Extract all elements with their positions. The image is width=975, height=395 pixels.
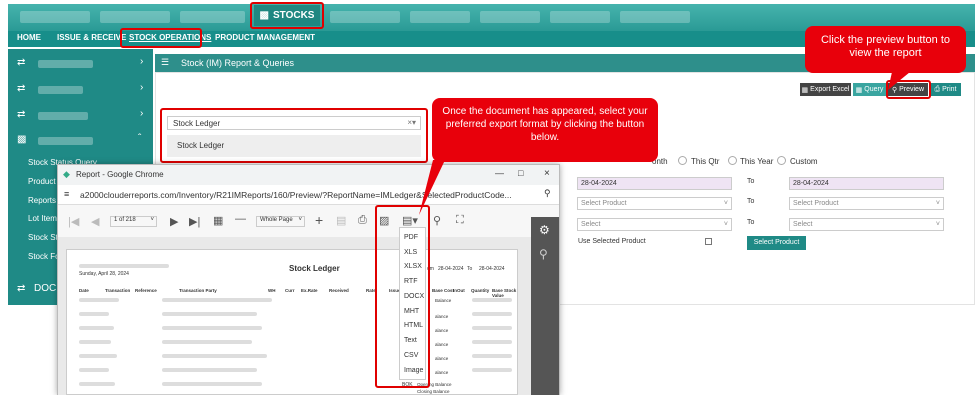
url-text: a2000clouderreports.com/Inventory/R21IMR…	[80, 190, 512, 200]
window-title: Report - Google Chrome	[76, 170, 164, 179]
zoom-selector[interactable]: Whole Page ˅	[256, 216, 305, 227]
highlight-report-select	[160, 108, 428, 163]
viewer-toolbar: |◀ ◀ 1 of 218 ˅ ▶ ▶| ▦ — Whole Page ˅ + ▤ …	[58, 205, 559, 237]
sidebar-group[interactable]: ⇄ ›	[8, 54, 153, 74]
to-label: To	[747, 198, 755, 205]
select-product-from[interactable]: Select Product ˅	[577, 197, 732, 210]
radio-custom[interactable]	[777, 156, 786, 165]
prev-page-icon[interactable]: ◀	[91, 215, 99, 228]
print-icon: ⎙	[934, 85, 941, 93]
sidebar-group[interactable]: ⇄ ›	[8, 80, 153, 100]
document-map-icon[interactable]: ▤	[336, 214, 346, 227]
date-from-input[interactable]: 28-04-2024	[577, 177, 732, 190]
period-this-year-label: This Year	[740, 157, 774, 166]
select-product-to[interactable]: Select Product ˅	[789, 197, 944, 210]
fullscreen-icon[interactable]: ⛶	[456, 214, 464, 227]
blurred-tab[interactable]	[100, 11, 170, 23]
chevron-up-icon: ˆ	[138, 133, 142, 144]
select-to[interactable]: Select ˅	[789, 218, 944, 231]
zoom-icon[interactable]: ⚲	[544, 188, 551, 199]
chevron-down-icon: ˅	[935, 200, 940, 207]
report-page: Sunday, April 28, 2024 Stock Ledger om 2…	[66, 249, 518, 395]
blurred-tab[interactable]	[330, 11, 400, 23]
to-label: To	[747, 178, 755, 185]
minimize-icon[interactable]: —	[495, 168, 504, 178]
sidebar-group[interactable]: ⇄ ›	[8, 106, 153, 126]
callout-export: Once the document has appeared, select y…	[432, 98, 658, 162]
chevron-right-icon: ›	[140, 82, 144, 93]
chevron-right-icon: ›	[140, 56, 144, 67]
use-selected-product-checkbox[interactable]	[705, 238, 712, 245]
site-info-icon[interactable]: ≡	[64, 189, 69, 199]
blurred-tab[interactable]	[550, 11, 610, 23]
arrows-icon: ⇄	[17, 57, 26, 68]
select-from[interactable]: Select ˅	[577, 218, 732, 231]
last-page-icon[interactable]: ▶|	[189, 215, 200, 228]
chevron-down-icon: ˅	[935, 221, 940, 228]
chrome-report-window: ◆ Report - Google Chrome — □ × ≡ a2000cl…	[57, 164, 560, 395]
sidebar-item-lot-item[interactable]: Lot Item	[28, 214, 57, 223]
chevron-down-icon: ˅	[150, 217, 154, 223]
maximize-icon[interactable]: □	[518, 168, 523, 178]
print-icon[interactable]: ⎙	[358, 214, 367, 227]
export-excel-button[interactable]: ▦ Export Excel	[800, 83, 851, 96]
sidebar-group-reports[interactable]: ▩ ˆ	[8, 131, 153, 151]
page-selector[interactable]: 1 of 218 ˅	[110, 216, 157, 227]
arrows-icon: ⇄	[17, 109, 26, 120]
zoom-in-icon[interactable]: +	[315, 212, 323, 228]
nav-home[interactable]: HOME	[17, 33, 41, 42]
zoom-out-icon[interactable]: —	[235, 213, 246, 225]
gear-icon[interactable]: ⚙	[539, 223, 550, 237]
blurred-tab[interactable]	[180, 11, 245, 23]
blurred-tab[interactable]	[620, 11, 690, 23]
multipage-icon[interactable]: ▦	[213, 214, 223, 227]
chevron-right-icon: ›	[140, 108, 144, 119]
grid-icon: ▦	[855, 86, 863, 94]
excel-icon: ▦	[801, 86, 809, 94]
arrows-icon: ⇄	[17, 283, 26, 294]
nav-product-management[interactable]: PRODUCT MANAGEMENT	[215, 33, 315, 42]
to-label: To	[747, 219, 755, 226]
viewer-side-panel: ⚙ ⚲	[531, 217, 559, 395]
blurred-tab[interactable]	[480, 11, 540, 23]
chevron-down-icon: ˅	[298, 217, 302, 223]
menu-icon[interactable]: ☰	[161, 57, 169, 68]
period-this-qtr-label: This Qtr	[691, 157, 720, 166]
doc-date: Sunday, April 28, 2024	[79, 271, 129, 277]
radio-this-qtr[interactable]	[678, 156, 687, 165]
search-icon[interactable]: ⚲	[539, 247, 548, 261]
callout-pointer	[888, 72, 910, 90]
next-page-icon[interactable]: ▶	[170, 215, 178, 228]
callout-preview: Click the preview button to view the rep…	[805, 26, 966, 73]
callout-pointer	[419, 160, 445, 215]
chevron-down-icon: ˅	[723, 221, 728, 228]
address-bar[interactable]: ≡ a2000clouderreports.com/Inventory/R21I…	[58, 185, 559, 205]
highlight-stock-operations	[120, 28, 202, 48]
blurred-tab[interactable]	[20, 11, 90, 23]
date-to-input[interactable]: 28-04-2024	[789, 177, 944, 190]
chevron-down-icon: ˅	[723, 200, 728, 207]
first-page-icon[interactable]: |◀	[68, 215, 79, 228]
arrows-icon: ⇄	[17, 83, 26, 94]
use-selected-product-label: Use Selected Product	[578, 238, 646, 245]
nav-issue-receive[interactable]: ISSUE & RECEIVE	[57, 33, 126, 42]
close-icon[interactable]: ×	[544, 168, 550, 179]
app-icon: ◆	[63, 169, 70, 179]
chrome-titlebar: ◆ Report - Google Chrome — □ ×	[58, 165, 559, 185]
chart-icon: ▩	[17, 134, 27, 145]
radio-this-year[interactable]	[728, 156, 737, 165]
highlight-export-menu	[375, 205, 430, 388]
highlight-stocks	[250, 2, 324, 29]
print-button[interactable]: ⎙ Print	[930, 83, 961, 96]
blurred-tab[interactable]	[410, 11, 470, 23]
period-custom-label: Custom	[790, 157, 818, 166]
doc-title: Stock Ledger	[289, 264, 340, 273]
select-product-button[interactable]: Select Product	[747, 236, 806, 250]
page-title: Stock (IM) Report & Queries	[181, 58, 295, 68]
